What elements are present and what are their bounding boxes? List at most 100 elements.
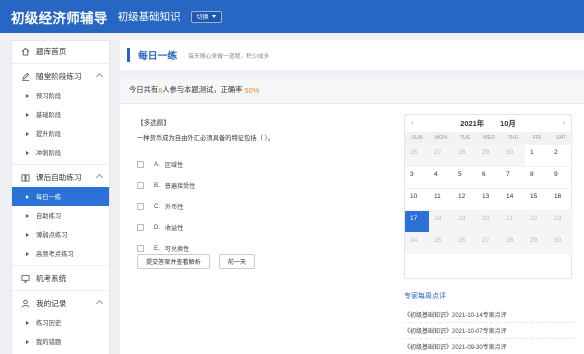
chevron-up-icon	[95, 299, 104, 308]
sidebar-item-label: 提升阶段	[36, 131, 62, 138]
monitor-icon	[21, 274, 30, 283]
calendar-day: 30	[549, 232, 573, 254]
sidebar-section-0[interactable]: 题库首页	[12, 41, 109, 61]
calendar-day: 25	[429, 232, 453, 254]
sidebar-item[interactable]: 薄弱点练习	[12, 225, 109, 244]
calendar-day: 30	[501, 144, 525, 166]
option-checkbox[interactable]	[137, 203, 144, 210]
calendar-day: 18	[429, 210, 453, 232]
chevron-up-icon	[95, 72, 104, 81]
expert-review-link[interactable]: 《初级基础知识》2021-10-07专家点评	[404, 323, 574, 339]
book-icon	[21, 173, 30, 182]
calendar-day[interactable]: 16	[549, 188, 573, 210]
stats-bar: 今日共有 8 人参与本题测试，正确率 50%	[120, 77, 584, 104]
sidebar-section-label: 课后自助练习	[36, 172, 82, 182]
calendar-day: 28	[453, 144, 477, 166]
page-title-bar: 每日一练 每天随心来做一道题，积少成多	[120, 40, 584, 70]
calendar-day: 19	[453, 210, 477, 232]
switch-label: 切换	[196, 15, 209, 21]
calendar-weekday: THU	[501, 132, 525, 144]
calendar-day[interactable]: 14	[501, 188, 525, 210]
sidebar-item[interactable]: 基础阶段	[12, 105, 109, 124]
sidebar-section-4[interactable]: 我的记录	[12, 293, 109, 313]
sidebar-item[interactable]: 提升阶段	[12, 124, 109, 143]
expert-review-link[interactable]: 《初级基础知识》2021-09-30专家点评	[404, 339, 574, 354]
switch-subject-button[interactable]: 切换	[190, 10, 222, 23]
main-content: 【多选题】 一种货币成为自由外汇必须具备的特征包括（ ）。 A. 区域性 B. 普遍接…	[120, 104, 584, 354]
previous-day-button[interactable]: 前一天	[218, 254, 256, 269]
user-icon	[21, 299, 30, 308]
calendar-day[interactable]: 2	[549, 144, 573, 166]
sidebar-section-2[interactable]: 课后自助练习	[12, 167, 109, 187]
sidebar-item-label: 基础阶段	[36, 112, 62, 119]
calendar-day[interactable]: 5	[453, 166, 477, 188]
sidebar-item-label: 薄弱点练习	[36, 232, 68, 239]
current-subject: 初级基础知识	[117, 11, 181, 23]
expert-reviews-title[interactable]: 专家每周点评	[404, 291, 446, 301]
sidebar-section-1[interactable]: 随堂阶段练习	[12, 66, 109, 86]
calendar-day[interactable]: 3	[405, 166, 429, 188]
caret-right-icon	[26, 194, 29, 199]
calendar-day[interactable]: 4	[429, 166, 453, 188]
calendar-day: 27	[429, 144, 453, 166]
option-letter: A.	[154, 161, 160, 168]
calendar-day: 29	[477, 144, 501, 166]
calendar-month: 10月	[500, 119, 516, 128]
option-letter: C.	[154, 203, 161, 210]
option-checkbox[interactable]	[137, 224, 144, 231]
question-type: 【多选题】	[137, 120, 170, 127]
answer-option[interactable]: A. 区域性	[137, 154, 195, 175]
caret-right-icon	[26, 93, 29, 98]
sidebar-item[interactable]: 高频考点练习	[12, 244, 109, 263]
option-letter: B.	[154, 182, 160, 189]
sidebar-section-3[interactable]: 机考系统	[12, 268, 109, 288]
caret-right-icon	[26, 251, 29, 256]
top-header: 初级经济师辅导 初级基础知识 切换	[0, 0, 584, 33]
calendar-day[interactable]: 1	[525, 144, 549, 166]
calendar-next-icon[interactable]: ›	[562, 118, 565, 127]
option-checkbox[interactable]	[137, 161, 144, 168]
sidebar-item[interactable]: 每日一练	[12, 187, 109, 206]
sidebar-divider	[12, 164, 109, 165]
calendar-day[interactable]: 9	[549, 166, 573, 188]
calendar-day: 29	[525, 232, 549, 254]
calendar-prev-icon[interactable]: ‹	[411, 118, 414, 127]
answer-option[interactable]: C. 外币性	[137, 196, 195, 217]
expert-review-link[interactable]: 《初级基础知识》2021-10-14专家点评	[404, 307, 574, 323]
sidebar-item[interactable]: 我的错题	[12, 332, 109, 351]
calendar-day[interactable]: 7	[501, 166, 525, 188]
caret-right-icon	[26, 339, 29, 344]
calendar-day[interactable]: 8	[525, 166, 549, 188]
calendar-day[interactable]: 10	[405, 188, 429, 210]
calendar-day[interactable]: 15	[525, 188, 549, 210]
pencil-icon	[21, 72, 30, 81]
sidebar-item[interactable]: 自助练习	[12, 206, 109, 225]
sidebar-item-label: 我的错题	[36, 339, 62, 346]
calendar-day[interactable]: 12	[453, 188, 477, 210]
answer-option[interactable]: B. 普遍接受性	[137, 175, 195, 196]
home-icon	[21, 47, 30, 56]
submit-answer-button[interactable]: 提交答案并查看解析	[137, 254, 210, 269]
sidebar-item[interactable]: 练习历史	[12, 313, 109, 332]
caret-right-icon	[26, 112, 29, 117]
stats-prefix: 今日共有	[129, 85, 159, 94]
calendar-day[interactable]: 6	[477, 166, 501, 188]
sidebar-item[interactable]: 冲刺阶段	[12, 143, 109, 162]
sidebar-item-label: 自助练习	[36, 213, 62, 220]
calendar-day: 28	[501, 232, 525, 254]
chevron-up-icon	[95, 173, 104, 182]
calendar-day[interactable]: 13	[477, 188, 501, 210]
option-checkbox[interactable]	[137, 182, 144, 189]
calendar-header: ‹ 2021年 10月 ›	[405, 115, 571, 132]
sidebar-item[interactable]: 预习阶段	[12, 86, 109, 105]
page-subtitle: 每天随心来做一道题，积少成多	[188, 53, 270, 60]
option-text: 外币性	[165, 204, 184, 211]
caret-right-icon	[26, 213, 29, 218]
stats-middle: 人参与本题测试，正确率	[162, 85, 245, 94]
option-checkbox[interactable]	[137, 245, 144, 252]
accuracy-rate: 50%	[244, 85, 260, 95]
calendar-day[interactable]: 11	[429, 188, 453, 210]
sidebar-section-label: 随堂阶段练习	[36, 71, 82, 81]
answer-option[interactable]: D. 收益性	[137, 217, 195, 238]
calendar-day-selected[interactable]: 17	[405, 210, 429, 232]
